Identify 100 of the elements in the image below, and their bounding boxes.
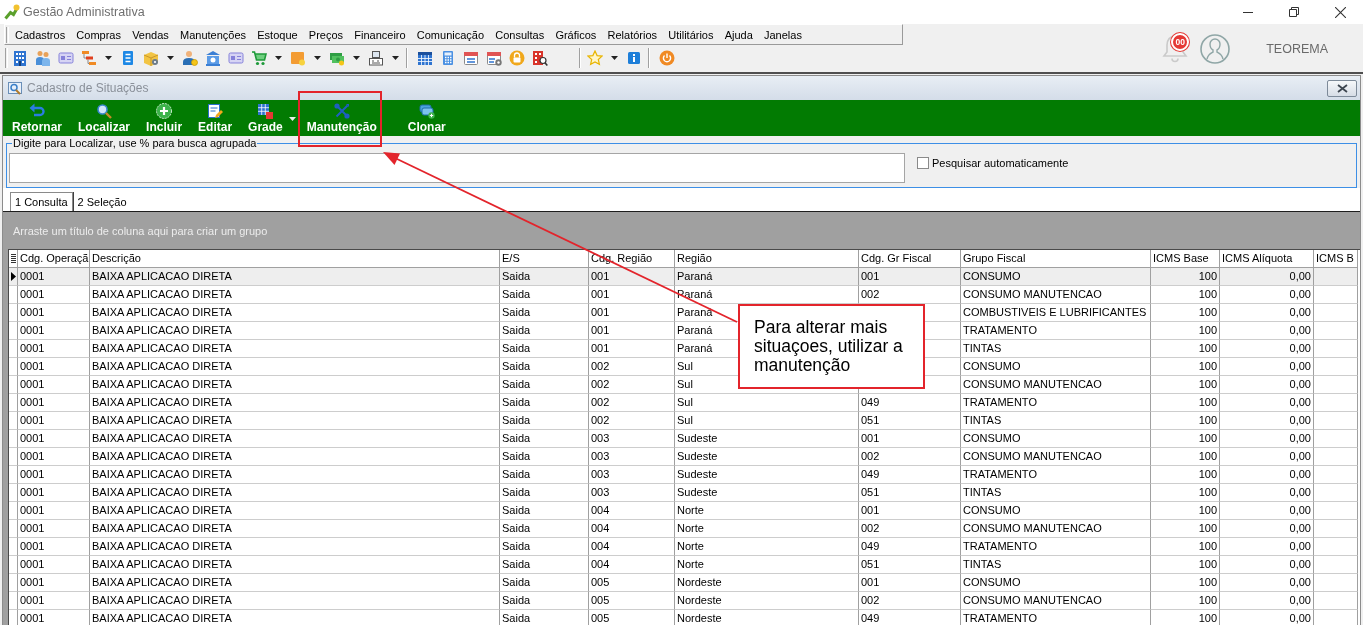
menu-item[interactable]: Ajuda [719, 28, 759, 41]
user-name[interactable]: TEOREMA [1266, 42, 1328, 56]
tab[interactable]: 1 Consulta [10, 192, 73, 211]
table-cell: TINTAS [961, 412, 1151, 430]
table-cell: 100 [1151, 394, 1220, 412]
building-search-icon[interactable] [531, 49, 548, 66]
table-cell [1314, 574, 1358, 592]
form-icon [7, 80, 23, 96]
menu-item[interactable]: Compras [70, 28, 127, 41]
tab[interactable]: 2 Seleção [72, 192, 132, 211]
caret-icon[interactable] [352, 55, 360, 60]
sticky-note-icon[interactable] [289, 49, 306, 66]
star-icon[interactable] [586, 49, 603, 66]
menu-item[interactable]: Gráficos [549, 28, 602, 41]
cash-register-icon[interactable] [367, 49, 384, 66]
table-cell: Nordeste [675, 610, 859, 625]
add-button[interactable]: Incluir [138, 100, 191, 136]
search-button[interactable]: Localizar [70, 100, 139, 136]
table-cell [1314, 268, 1358, 286]
caret-icon[interactable] [391, 55, 399, 60]
restore-icon[interactable] [1289, 7, 1299, 17]
menu-item[interactable]: Estoque [251, 28, 304, 41]
table-cell: TRATAMENTO [961, 466, 1151, 484]
menu-item[interactable]: Manutenções [174, 28, 252, 41]
table-cell: 0,00 [1220, 430, 1314, 448]
column-chooser-icon[interactable] [10, 254, 16, 263]
menu-item[interactable]: Vendas [126, 28, 175, 41]
table-cell: 002 [859, 520, 961, 538]
power-icon[interactable] [658, 49, 675, 66]
table-cell [1314, 556, 1358, 574]
caret-icon[interactable] [166, 55, 174, 60]
checkbox-label[interactable]: Pesquisar automaticamente [932, 157, 1069, 169]
id-card-icon[interactable] [57, 49, 74, 66]
building-icon[interactable] [11, 49, 28, 66]
table-cell: Sudeste [675, 430, 859, 448]
calendar-gear-icon[interactable] [485, 49, 502, 66]
table-cell [1314, 592, 1358, 610]
caret-icon[interactable] [313, 55, 321, 60]
table-cell: Saida [500, 430, 589, 448]
clone-button[interactable]: Clonar [399, 100, 454, 136]
caret-icon[interactable] [610, 55, 618, 60]
table-cell: 0001 [18, 394, 90, 412]
org-chart-icon[interactable] [80, 49, 97, 66]
table-cell: 004 [589, 520, 675, 538]
close-icon[interactable] [1334, 6, 1346, 18]
calendar-icon[interactable] [462, 49, 479, 66]
bank-icon[interactable] [204, 49, 221, 66]
table-cell: 049 [859, 610, 961, 625]
table-cell [1314, 448, 1358, 466]
table-cell: 002 [859, 448, 961, 466]
menu-item[interactable]: Comunicação [411, 28, 490, 41]
person-coin-icon[interactable] [181, 49, 198, 66]
table-cell: 0,00 [1220, 502, 1314, 520]
table-cell [1314, 466, 1358, 484]
table-cell [1314, 358, 1358, 376]
menu-item[interactable]: Janelas [758, 28, 808, 41]
table-cell: 0001 [18, 304, 90, 322]
menu-item[interactable]: Cadastros [11, 28, 71, 41]
cart-icon[interactable] [250, 49, 267, 66]
table-cell: TRATAMENTO [961, 610, 1151, 625]
menu-item[interactable]: Preços [303, 28, 349, 41]
edit-button[interactable]: Editar [190, 100, 241, 136]
table-cell: 0001 [18, 412, 90, 430]
close-button[interactable] [1327, 79, 1357, 97]
padlock-icon[interactable] [508, 49, 525, 66]
package-icon[interactable] [142, 49, 159, 66]
grid-button[interactable]: Grade [240, 100, 299, 136]
table-cell: CONSUMO [961, 268, 1151, 286]
tools-icon [333, 103, 350, 119]
menu-item[interactable]: Consultas [489, 28, 550, 41]
caret-icon[interactable] [104, 55, 112, 60]
avatar-icon[interactable] [1200, 34, 1231, 64]
table-cell: 100 [1151, 286, 1220, 304]
app-icon [4, 4, 20, 20]
notification-badge[interactable]: 00 [1171, 33, 1190, 51]
checkbox[interactable] [917, 157, 929, 169]
table-cell [1314, 322, 1358, 340]
search-field[interactable] [9, 153, 905, 183]
table-cell: TINTAS [961, 340, 1151, 358]
menu-item[interactable]: Relatórios [601, 28, 663, 41]
info-icon[interactable] [625, 49, 642, 66]
search-legend: Digite para Localizar, use % para busca agrupada [12, 136, 258, 150]
table-cell: 003 [589, 430, 675, 448]
table-cell: 005 [589, 574, 675, 592]
maintenance-button[interactable]: Manutenção [298, 100, 385, 136]
menu-item[interactable]: Financeiro [348, 28, 412, 41]
menu-item[interactable]: Utilitários [662, 28, 720, 41]
table-cell: Sudeste [675, 466, 859, 484]
caret-icon[interactable] [274, 55, 282, 60]
minimize-icon[interactable] [1243, 11, 1253, 13]
id-card-icon[interactable] [227, 49, 244, 66]
table-cell: 001 [589, 322, 675, 340]
add-icon [156, 103, 173, 119]
return-button[interactable]: Retornar [4, 100, 70, 136]
table-cell: Saida [500, 286, 589, 304]
table-cell: BAIXA APLICACAO DIRETA [90, 502, 500, 520]
calendar-grid-icon[interactable] [416, 49, 433, 66]
table-cell: 004 [589, 502, 675, 520]
row-indicator[interactable] [9, 268, 18, 286]
people-icon[interactable] [34, 49, 51, 66]
